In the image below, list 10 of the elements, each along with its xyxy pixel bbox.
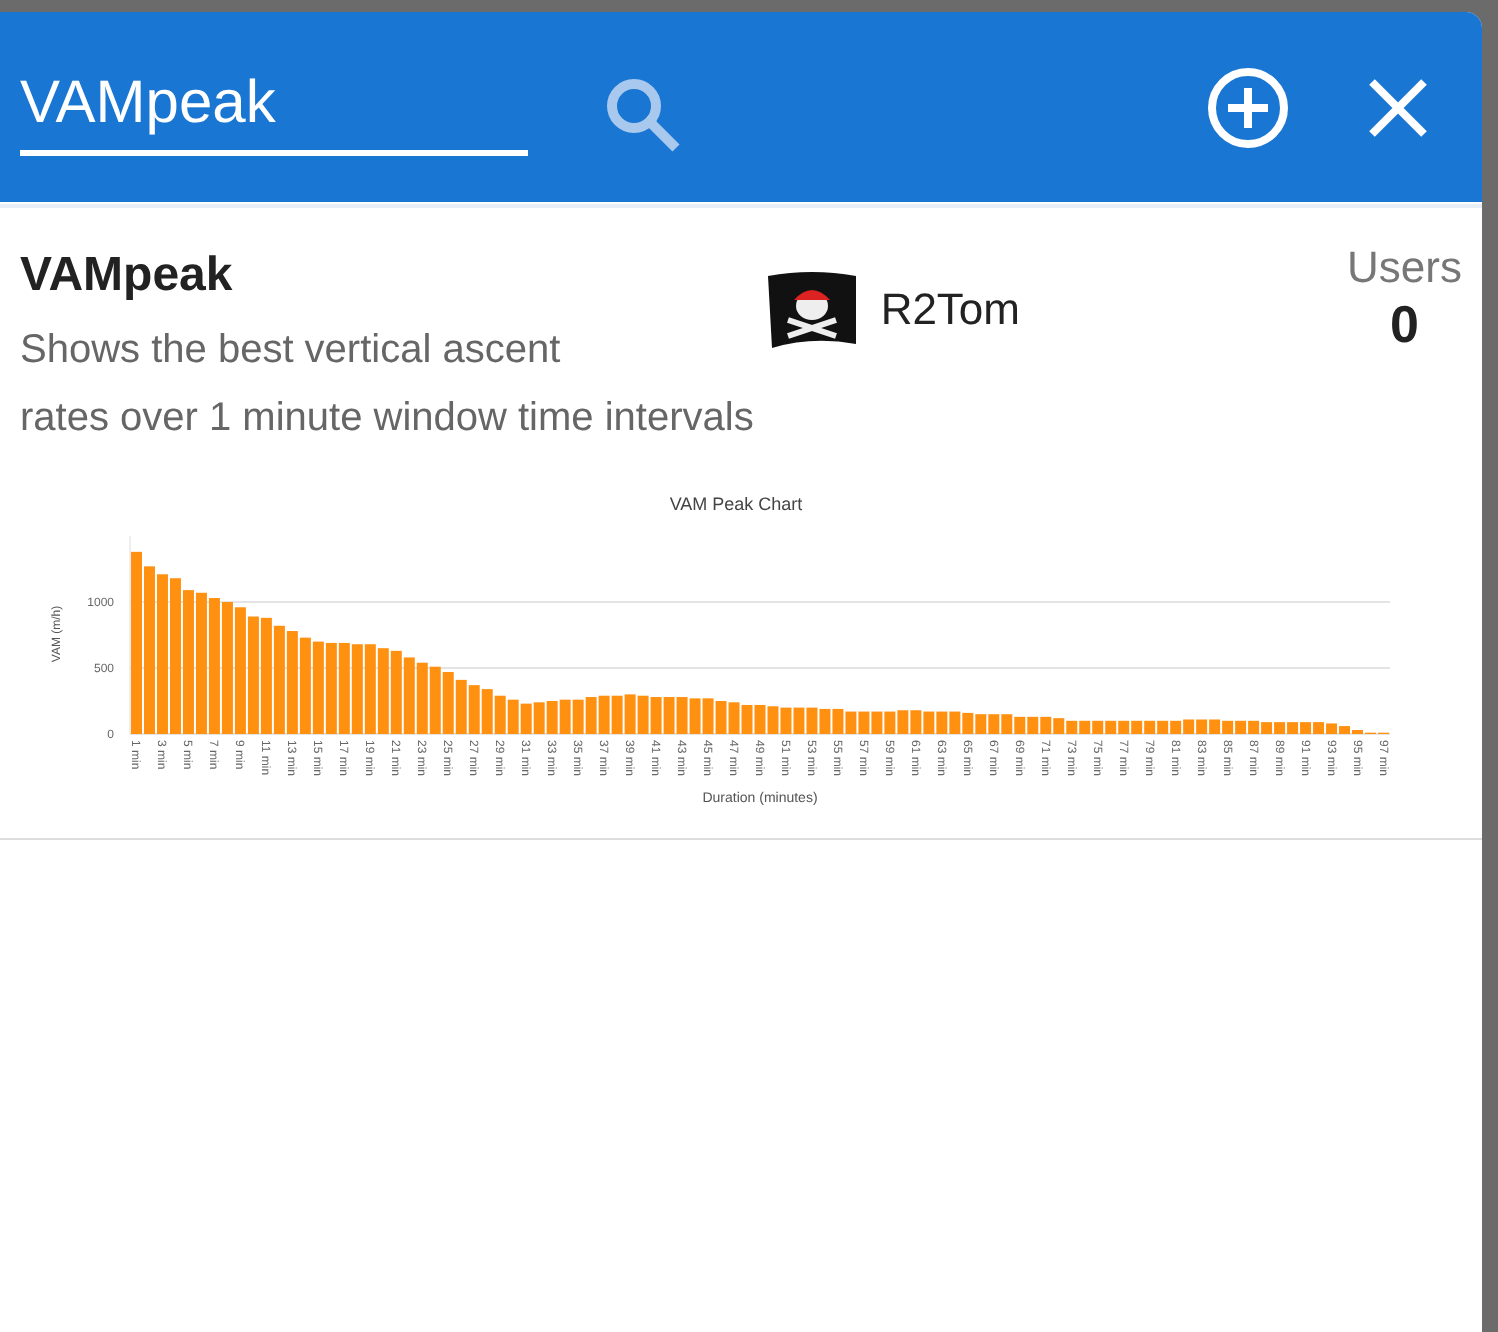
item-description: Shows the best vertical ascent rates over 1 minute window time intervals — [20, 326, 756, 444]
close-icon[interactable] — [1366, 75, 1430, 139]
flag-icon — [764, 268, 861, 352]
search-field[interactable]: VAMpeak — [20, 70, 528, 156]
add-icon[interactable] — [1206, 65, 1290, 149]
users-label: Users — [1347, 242, 1462, 294]
users-count: 0 — [1390, 294, 1419, 356]
author-name: R2Tom — [880, 284, 1020, 336]
item-title: VAMpeak — [20, 248, 235, 304]
chart-title: VAM Peak Chart — [669, 494, 803, 514]
